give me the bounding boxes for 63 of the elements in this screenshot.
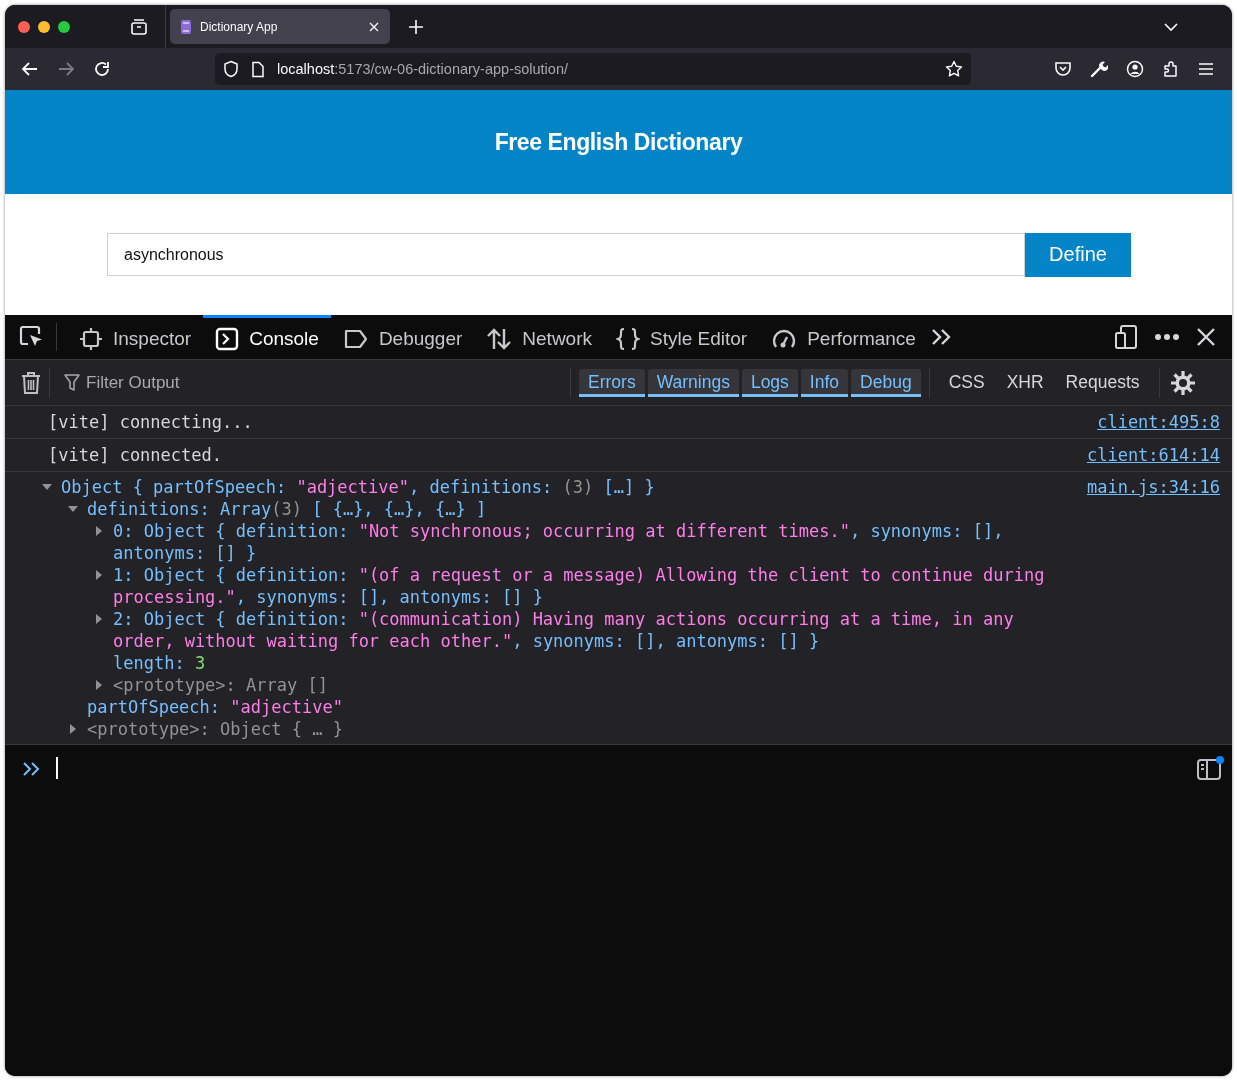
shield-icon[interactable]	[223, 60, 239, 78]
trash-icon[interactable]	[21, 370, 41, 395]
devtools-tab[interactable]: Performance	[759, 314, 928, 360]
log-message: [vite] connected.	[47, 444, 223, 467]
sidebar-toggle-icon[interactable]	[1196, 755, 1224, 781]
funnel-icon	[64, 373, 80, 392]
request-filter[interactable]: XHR	[995, 368, 1055, 397]
devtools-tab[interactable]: Network	[474, 314, 604, 360]
menu-icon[interactable]	[1198, 62, 1214, 76]
window-minimize-button[interactable]	[38, 20, 50, 33]
close-icon[interactable]	[1196, 327, 1216, 347]
url-text[interactable]: localhost:5173/cw-06-dictionary-app-solution/	[277, 61, 568, 77]
object-property: Object { partOfSpeech: "adjective", definitions: (3) […] }	[61, 476, 656, 498]
log-level-filter[interactable]: Info	[800, 368, 849, 397]
define-button[interactable]: Define	[1025, 232, 1131, 277]
object-property: length: 3	[113, 652, 207, 674]
braces-icon	[616, 326, 640, 351]
star-icon[interactable]	[945, 60, 963, 78]
browser-tab[interactable]: Dictionary App	[170, 9, 390, 44]
request-filter[interactable]: CSS	[937, 368, 996, 397]
object-property: 0: Object { definition: "Not synchronous; occurring at different times.", synonyms: [], antonyms: [] }	[113, 520, 1005, 564]
object-property: <prototype>: Array []	[113, 674, 329, 696]
page-icon	[251, 60, 265, 78]
prompt-icon	[22, 761, 42, 777]
object-property: definitions: Array(3) [ {…}, {…}, {…} ]	[87, 498, 488, 520]
puzzle-icon[interactable]	[1162, 60, 1180, 78]
source-link[interactable]: client:614:14	[1086, 443, 1220, 467]
wrench-icon[interactable]	[1090, 60, 1108, 78]
tab-overview-icon[interactable]	[130, 17, 148, 36]
book-icon	[180, 18, 192, 35]
back-icon[interactable]	[21, 61, 39, 77]
pocket-icon[interactable]	[1054, 61, 1072, 77]
filter-field[interactable]: Filter Output	[84, 371, 488, 394]
crosshair-square-icon	[79, 326, 103, 351]
object-property: partOfSpeech: "adjective"	[87, 696, 344, 718]
log-level-filter[interactable]: Warnings	[647, 368, 739, 397]
devtools-tab[interactable]: Inspector	[67, 314, 204, 360]
object-property: 1: Object { definition: "(of a request or a message) Allowing the client to continue during processing.", synonyms: [], antonyms: [] }	[113, 564, 1046, 608]
plus-icon[interactable]	[408, 18, 424, 35]
search-field[interactable]: asynchronous	[107, 233, 1025, 276]
devtools-tab[interactable]: Style Editor	[604, 314, 760, 360]
request-filter[interactable]: Requests	[1054, 368, 1151, 397]
log-message: [vite] connecting...	[47, 411, 254, 434]
forward-icon[interactable]	[57, 61, 75, 77]
up-down-arrows-icon	[486, 326, 513, 351]
responsive-design-icon[interactable]	[1114, 324, 1138, 350]
log-level-filter[interactable]: Debug	[851, 368, 921, 397]
tag-icon	[342, 327, 369, 350]
log-level-filter[interactable]: Errors	[579, 368, 645, 397]
devtools-tab[interactable]: Debugger	[330, 314, 475, 360]
source-link[interactable]: main.js:34:16	[1086, 476, 1220, 498]
page-title: Free English Dictionary	[494, 128, 743, 156]
source-link[interactable]: client:495:8	[1097, 410, 1220, 434]
more-options-icon[interactable]	[1154, 333, 1180, 341]
account-icon[interactable]	[1126, 60, 1144, 78]
object-property: <prototype>: Object { … }	[87, 718, 344, 740]
window-zoom-button[interactable]	[58, 20, 70, 33]
log-level-filter[interactable]: Logs	[741, 368, 798, 397]
reload-icon[interactable]	[93, 60, 111, 78]
terminal-icon	[215, 326, 240, 351]
settings-icon[interactable]	[1169, 369, 1196, 396]
chevron-down-icon[interactable]	[1163, 21, 1179, 32]
window-close-button[interactable]	[18, 20, 30, 33]
